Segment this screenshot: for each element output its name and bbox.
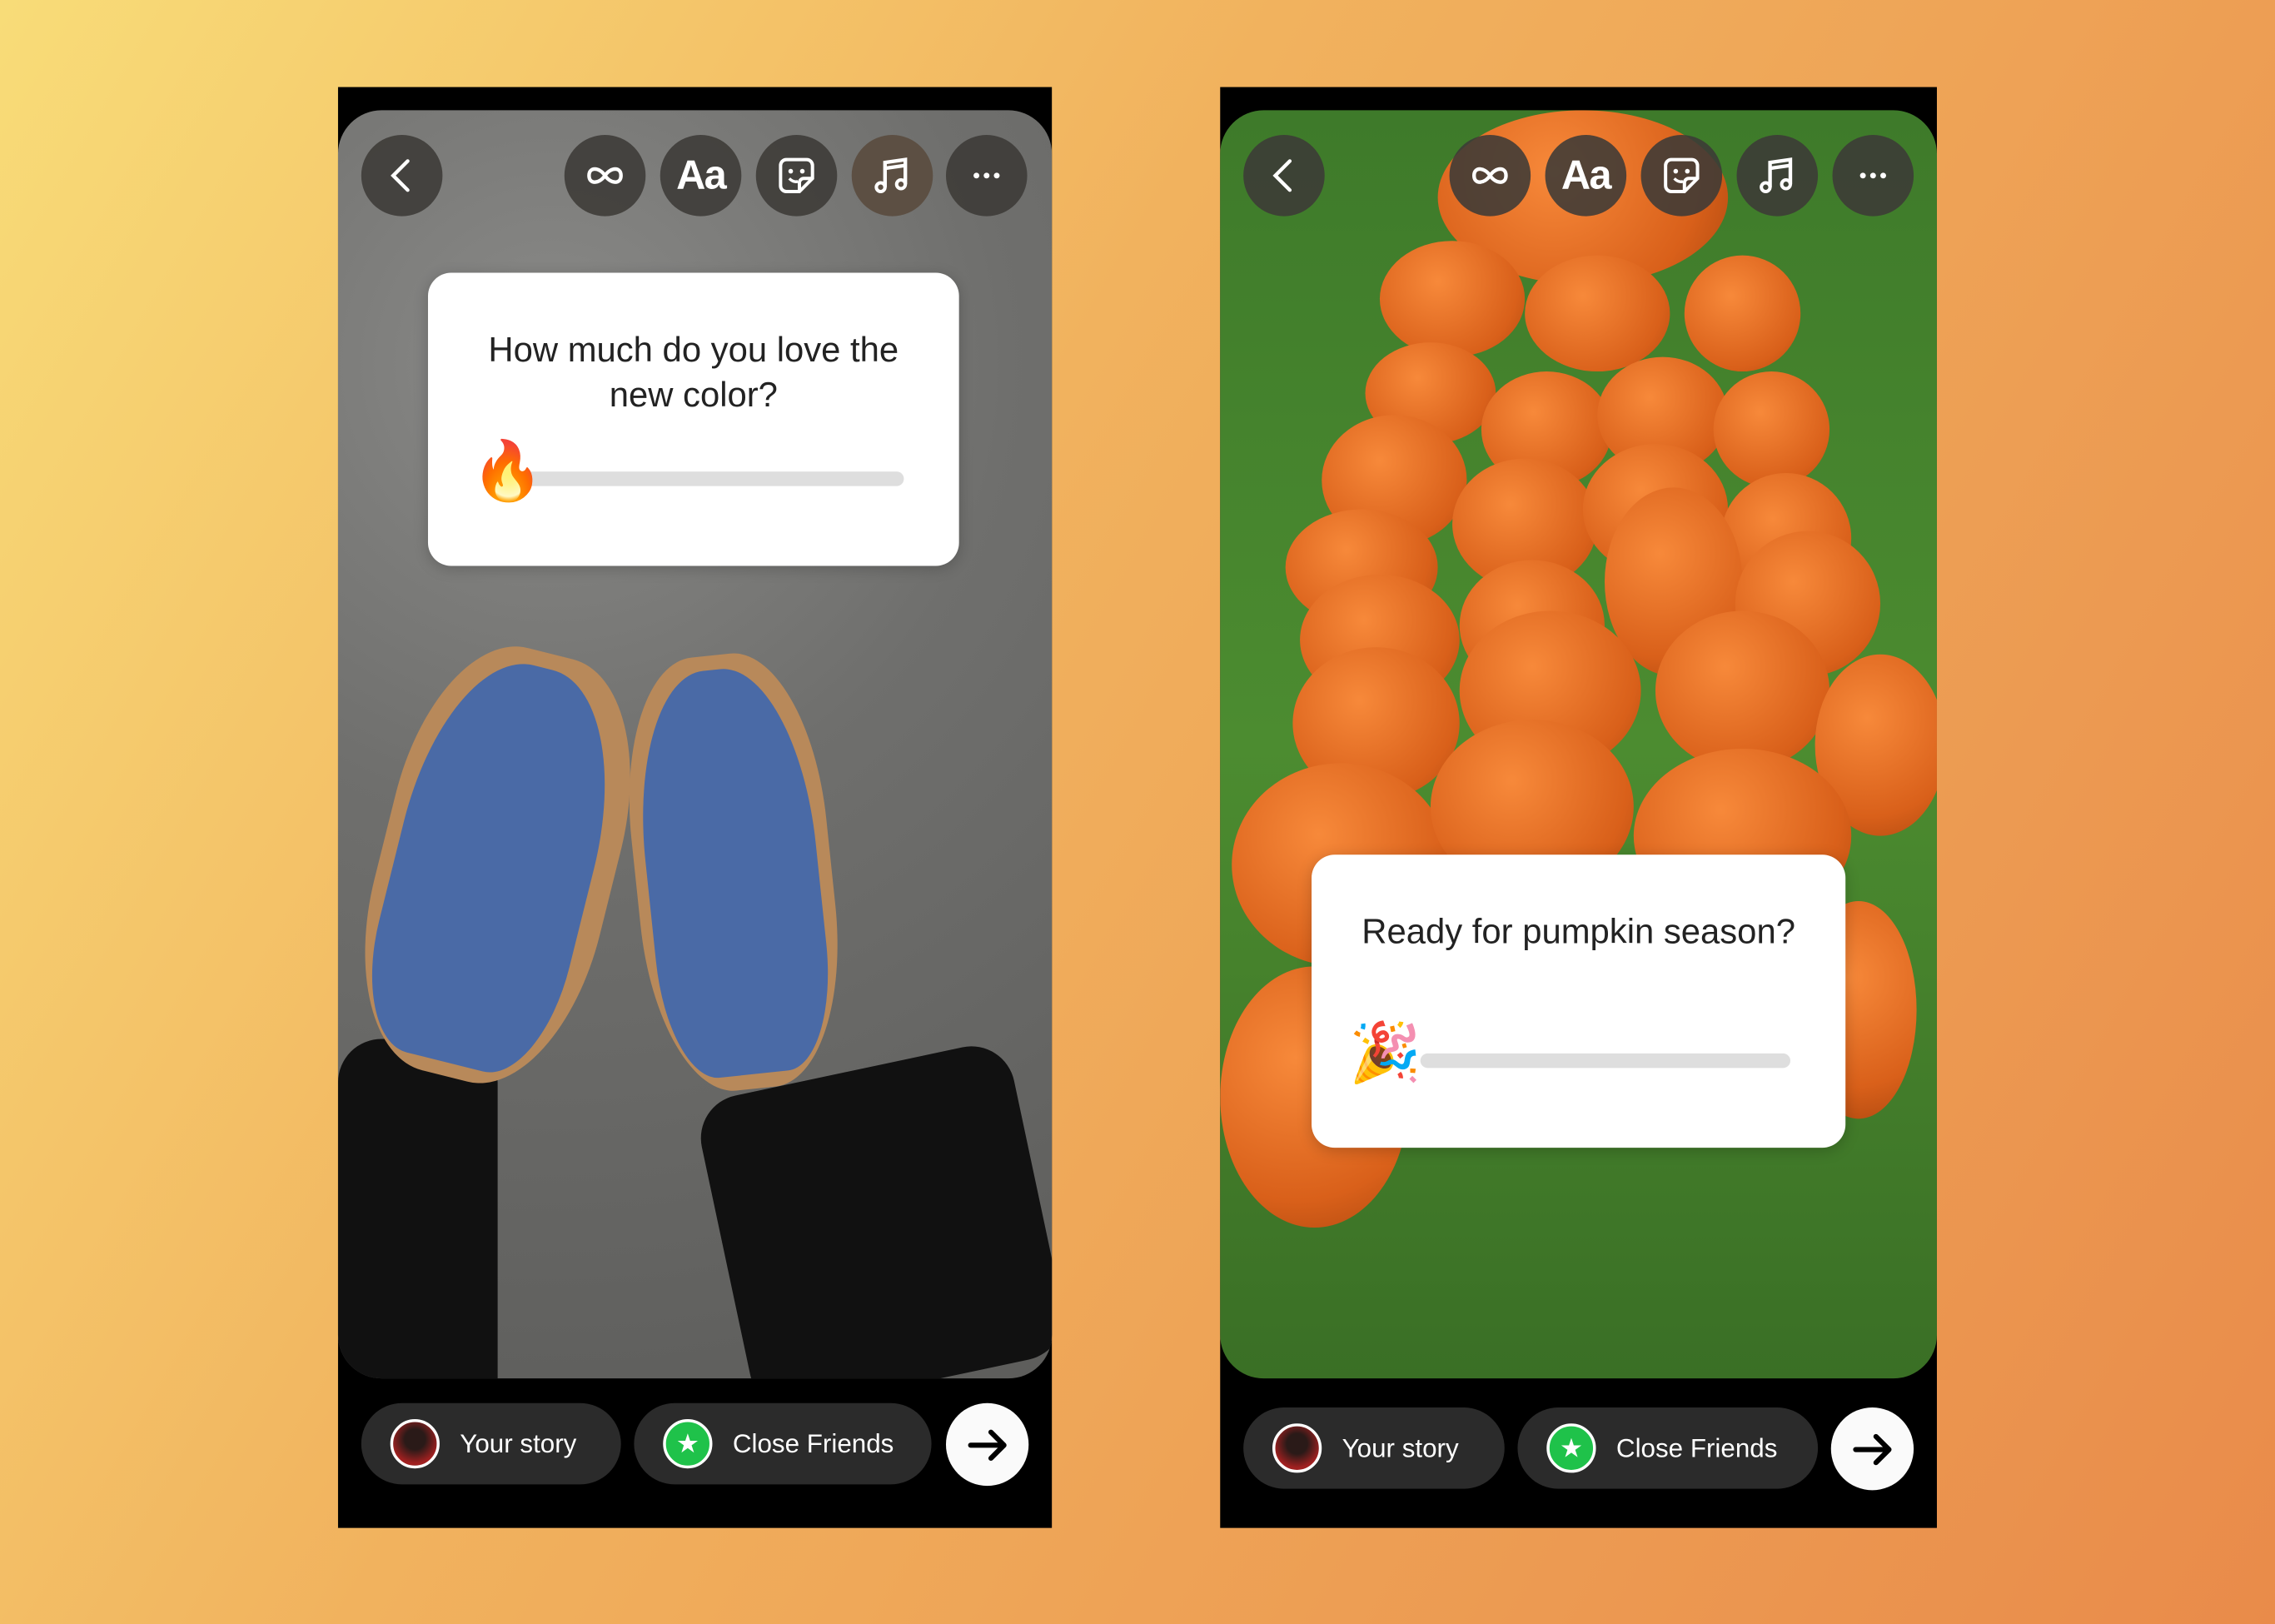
back-chevron-icon — [1272, 159, 1292, 192]
pumpkin — [1655, 610, 1830, 771]
avatar — [1272, 1423, 1322, 1473]
your-story-label: Your story — [1342, 1432, 1459, 1462]
arrow-right-icon — [1852, 1432, 1891, 1465]
close-friends-button[interactable]: ★ Close Friends — [634, 1402, 932, 1485]
star-icon: ★ — [1546, 1423, 1596, 1473]
share-next-button[interactable] — [1830, 1407, 1914, 1491]
pumpkin — [1379, 241, 1526, 357]
sticker-icon — [779, 157, 814, 193]
more-button[interactable] — [1832, 135, 1914, 217]
music-note-icon — [874, 157, 908, 193]
slider-question: Ready for pumpkin season? — [1362, 912, 1795, 952]
text-icon: Aa — [676, 152, 727, 197]
close-friends-button[interactable]: ★ Close Friends — [1517, 1407, 1819, 1489]
pumpkin — [1713, 371, 1830, 488]
infinity-icon — [587, 167, 623, 184]
back-button[interactable] — [1243, 135, 1325, 217]
back-chevron-icon — [391, 159, 410, 192]
star-icon: ★ — [663, 1418, 713, 1469]
slider-question: How much do you love the new color? — [488, 331, 899, 416]
music-note-icon — [1760, 157, 1793, 193]
story-editor-left: Aa How much do you love the new color? 🔥… — [337, 87, 1053, 1528]
text-button[interactable]: Aa — [660, 135, 742, 217]
music-button[interactable] — [1736, 135, 1819, 217]
share-next-button[interactable] — [945, 1402, 1029, 1487]
arrow-right-icon — [967, 1428, 1006, 1461]
avatar — [390, 1418, 440, 1469]
your-story-button[interactable]: Your story — [1243, 1407, 1505, 1489]
boomerang-button[interactable] — [1449, 135, 1531, 217]
infinity-icon — [1471, 167, 1508, 184]
story-editor-right: Aa Ready for pumpkin season? 🎉 Your stor… — [1220, 87, 1937, 1528]
music-button[interactable] — [851, 135, 933, 217]
story-photo-pumpkins — [1220, 110, 1937, 1379]
slider-track[interactable] — [1420, 1053, 1790, 1069]
leg — [337, 1039, 498, 1379]
boot — [626, 660, 839, 1083]
more-icon — [1859, 172, 1886, 179]
fire-emoji-slider-handle[interactable]: 🔥 — [471, 436, 544, 508]
sticker-button[interactable] — [1640, 135, 1723, 217]
boomerang-button[interactable] — [564, 135, 646, 217]
close-friends-label: Close Friends — [732, 1428, 894, 1458]
text-icon: Aa — [1561, 152, 1612, 197]
pumpkin — [1525, 255, 1670, 372]
your-story-button[interactable]: Your story — [361, 1402, 621, 1485]
emoji-slider-sticker[interactable]: How much do you love the new color? 🔥 — [427, 272, 959, 566]
sticker-button[interactable] — [755, 135, 838, 217]
pumpkin — [1684, 255, 1801, 372]
more-button[interactable] — [945, 135, 1028, 217]
your-story-label: Your story — [460, 1428, 577, 1458]
close-friends-label: Close Friends — [1615, 1432, 1778, 1462]
text-button[interactable]: Aa — [1545, 135, 1627, 217]
back-button[interactable] — [361, 135, 443, 217]
slider-track[interactable] — [522, 471, 904, 486]
emoji-slider-sticker[interactable]: Ready for pumpkin season? 🎉 — [1312, 854, 1846, 1148]
party-popper-emoji-slider-handle[interactable]: 🎉 — [1349, 1017, 1421, 1089]
sticker-icon — [1664, 157, 1700, 193]
more-icon — [973, 172, 1000, 179]
